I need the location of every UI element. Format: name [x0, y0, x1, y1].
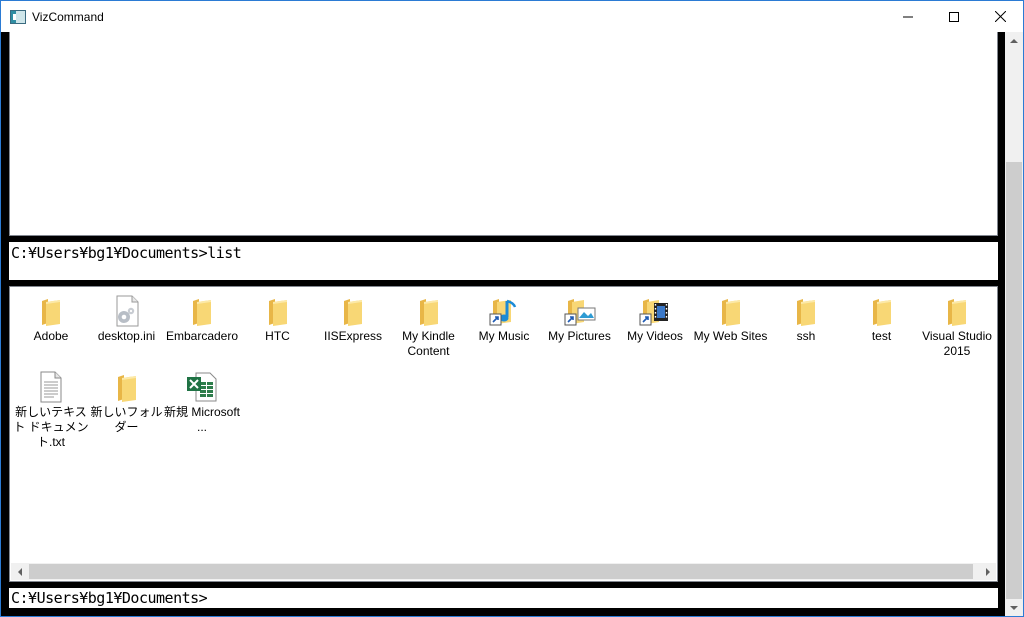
horizontal-scrollbar[interactable]: [11, 563, 996, 580]
file-item[interactable]: Embarcadero: [164, 289, 240, 344]
folder-icon: [939, 289, 975, 327]
output-pane[interactable]: [9, 32, 998, 236]
file-item[interactable]: 新規 Microsoft ...: [164, 365, 240, 435]
settings-file-icon: [109, 289, 145, 327]
file-item[interactable]: My Pictures: [542, 289, 618, 344]
folder-icon: [109, 365, 145, 403]
folder-icon: [864, 289, 900, 327]
file-item-label: My Web Sites: [693, 329, 768, 343]
folder-icon: [184, 289, 220, 327]
file-item[interactable]: 新しいフォルダー: [89, 365, 165, 435]
file-item-label: My Kindle Content: [402, 329, 455, 358]
excel-file-icon: [184, 365, 220, 403]
file-item-label: My Videos: [627, 329, 683, 343]
file-list-view[interactable]: Adobe desktop.ini Embarcadero HTC IISExpress…: [9, 286, 998, 582]
file-item-label: Visual Studio 2015: [922, 329, 992, 358]
close-button[interactable]: [977, 1, 1023, 32]
vertical-scroll-thumb[interactable]: [1006, 162, 1022, 599]
command-line-history: C:¥Users¥bg1¥Documents>list: [9, 242, 998, 280]
pictures-shortcut-icon: [562, 289, 598, 327]
file-item-label: My Music: [478, 329, 530, 343]
file-item[interactable]: My Kindle Content: [391, 289, 467, 359]
close-icon: [994, 11, 1006, 22]
file-item[interactable]: My Web Sites: [693, 289, 769, 344]
vizcommand-app-icon[interactable]: [10, 9, 26, 24]
file-item[interactable]: HTC: [240, 289, 316, 344]
chevron-down-icon: [1010, 605, 1018, 610]
title-bar[interactable]: VizCommand: [1, 1, 1023, 32]
chevron-left-icon: [17, 567, 22, 576]
folder-icon: [335, 289, 371, 327]
folder-icon: [260, 289, 296, 327]
file-item[interactable]: 新しいテキスト ドキュメント.txt: [13, 365, 89, 450]
file-item[interactable]: test: [844, 289, 920, 344]
file-item[interactable]: Adobe: [13, 289, 89, 344]
file-item-label: desktop.ini: [97, 329, 156, 343]
file-item-label: Embarcadero: [165, 329, 239, 343]
file-item-label: 新規 Microsoft ...: [164, 405, 240, 434]
scroll-left-button[interactable]: [11, 563, 28, 580]
minimize-icon: [903, 16, 913, 17]
file-item-label: HTC: [265, 329, 290, 343]
horizontal-scroll-thumb[interactable]: [29, 564, 973, 579]
vertical-scrollbar[interactable]: [1005, 32, 1023, 616]
maximize-button[interactable]: [931, 1, 977, 32]
music-shortcut-icon: [486, 289, 522, 327]
file-item-label: IISExpress: [323, 329, 383, 343]
folder-icon: [33, 289, 69, 327]
text-file-icon: [33, 365, 69, 403]
content-area: C:¥Users¥bg1¥Documents>list Adobe desktop…: [1, 32, 1005, 616]
folder-icon: [713, 289, 749, 327]
file-item[interactable]: My Videos: [617, 289, 693, 344]
scroll-down-button[interactable]: [1005, 599, 1023, 616]
maximize-icon: [949, 11, 959, 22]
chevron-up-icon: [1010, 38, 1018, 43]
file-item[interactable]: IISExpress: [315, 289, 391, 344]
file-item[interactable]: desktop.ini: [89, 289, 165, 344]
file-item-label: My Pictures: [548, 329, 611, 343]
file-item[interactable]: Visual Studio 2015: [919, 289, 995, 359]
file-item-label: test: [871, 329, 892, 343]
folder-icon: [788, 289, 824, 327]
file-item-label: 新しいテキスト ドキュメント.txt: [13, 405, 89, 449]
file-item-label: 新しいフォルダー: [90, 405, 163, 434]
file-item[interactable]: My Music: [466, 289, 542, 344]
window-title: VizCommand: [32, 9, 104, 24]
minimize-button[interactable]: [885, 1, 931, 32]
file-item-label: ssh: [796, 329, 816, 343]
command-input[interactable]: C:¥Users¥bg1¥Documents>: [9, 588, 998, 608]
file-item-label: Adobe: [33, 329, 69, 343]
vizcommand-window: VizCommand C:¥Users¥bg1¥Documents>list A…: [0, 0, 1024, 617]
file-item[interactable]: ssh: [768, 289, 844, 344]
chevron-right-icon: [985, 567, 990, 576]
scroll-right-button[interactable]: [979, 563, 996, 580]
window-controls: [885, 1, 1023, 32]
videos-shortcut-icon: [637, 289, 673, 327]
folder-icon: [411, 289, 447, 327]
scroll-up-button[interactable]: [1005, 32, 1023, 49]
